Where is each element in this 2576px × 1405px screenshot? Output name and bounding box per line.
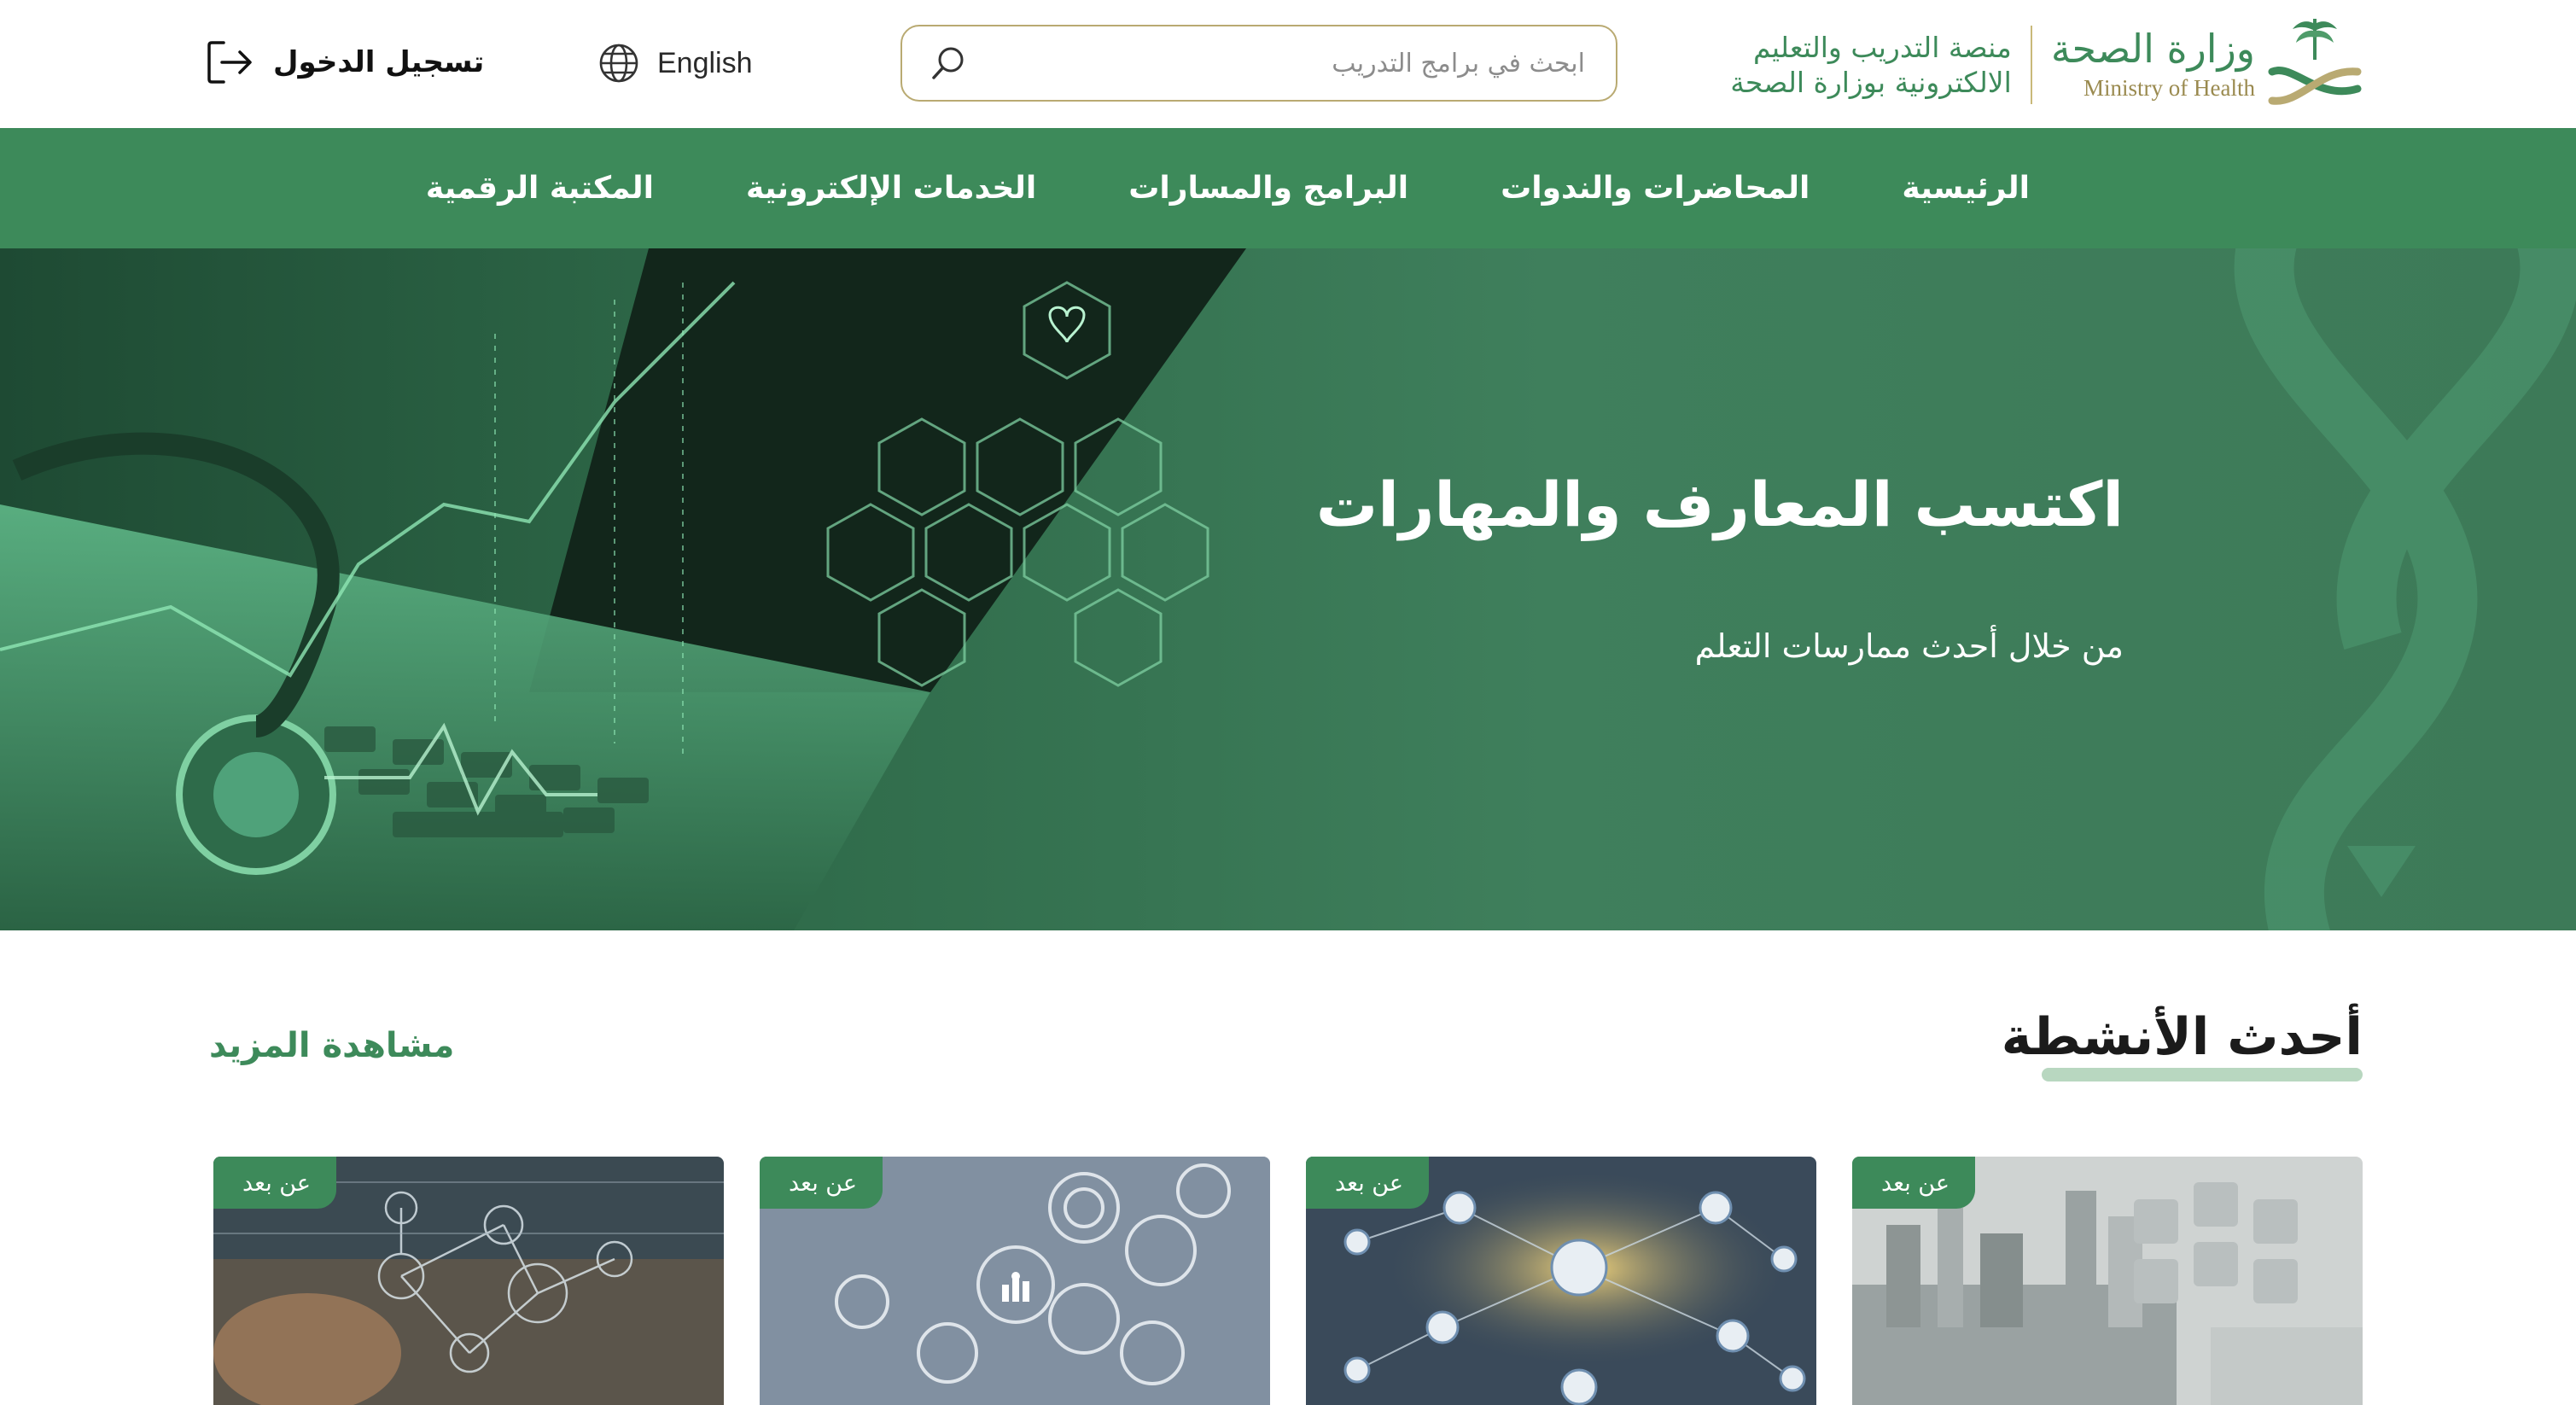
hero-title: اكتسب المعارف والمهارات <box>1315 469 2124 540</box>
nav-item-digital-library[interactable]: المكتبة الرقمية <box>426 171 654 206</box>
platform-name-line1: منصة التدريب والتعليم <box>1752 30 2012 64</box>
login-label: تسجيل الدخول <box>273 45 485 79</box>
logo-divider <box>2030 26 2032 104</box>
site-header: منصة التدريب والتعليم الالكترونية بوزارة… <box>0 0 2576 128</box>
remote-badge: عن بعد <box>1852 1157 1975 1209</box>
language-switch[interactable]: English <box>597 38 753 89</box>
main-nav-list: الرئيسية المحاضرات والندوات البرامج والم… <box>426 128 2030 248</box>
hero-subtitle: من خلال أحدث ممارسات التعلم <box>1694 627 2124 665</box>
nav-item-eservices[interactable]: الخدمات الإلكترونية <box>746 171 1036 206</box>
see-more-link[interactable]: مشاهدة المزيد <box>209 1026 454 1065</box>
ministry-name: وزارة الصحة Ministry of Health <box>2051 28 2255 101</box>
latest-activities-title: أحدث الأنشطة <box>2001 1007 2363 1067</box>
nav-item-programs[interactable]: البرامج والمسارات <box>1128 171 1408 206</box>
search-icon <box>932 47 964 79</box>
activity-card[interactable]: عن بعد <box>1306 1157 1816 1405</box>
site-logo[interactable]: منصة التدريب والتعليم الالكترونية بوزارة… <box>1730 15 2363 114</box>
search-input[interactable] <box>970 48 1585 79</box>
activity-card[interactable]: عن بعد <box>1852 1157 2363 1405</box>
main-nav: الرئيسية المحاضرات والندوات البرامج والم… <box>0 128 2576 248</box>
ministry-name-en: Ministry of Health <box>2084 74 2255 101</box>
activity-card[interactable]: عن بعد <box>760 1157 1270 1405</box>
activity-card[interactable]: عن بعد <box>213 1157 724 1405</box>
hero-background-image <box>0 248 2576 930</box>
activity-cards: عن بعد عن بعد عن بعد عن بعد <box>212 1157 2363 1405</box>
globe-icon <box>599 44 638 83</box>
nav-item-lectures[interactable]: المحاضرات والندوات <box>1501 171 1810 206</box>
title-underline <box>2042 1068 2363 1081</box>
platform-name-line2: الالكترونية بوزارة الصحة <box>1730 66 2012 99</box>
remote-badge: عن بعد <box>213 1157 336 1209</box>
remote-badge: عن بعد <box>760 1157 883 1209</box>
hero-banner: اكتسب المعارف والمهارات من خلال أحدث مما… <box>0 248 2576 930</box>
ministry-name-ar: وزارة الصحة <box>2050 26 2255 73</box>
login-button[interactable]: تسجيل الدخول <box>205 34 484 90</box>
remote-badge: عن بعد <box>1306 1157 1429 1209</box>
nav-item-home[interactable]: الرئيسية <box>1902 171 2030 206</box>
search-button[interactable] <box>926 41 970 85</box>
login-icon <box>207 41 252 84</box>
language-label: English <box>657 46 753 79</box>
search-box <box>900 25 1617 102</box>
moh-emblem-icon <box>2268 19 2362 105</box>
platform-name: منصة التدريب والتعليم الالكترونية بوزارة… <box>1730 30 2012 101</box>
